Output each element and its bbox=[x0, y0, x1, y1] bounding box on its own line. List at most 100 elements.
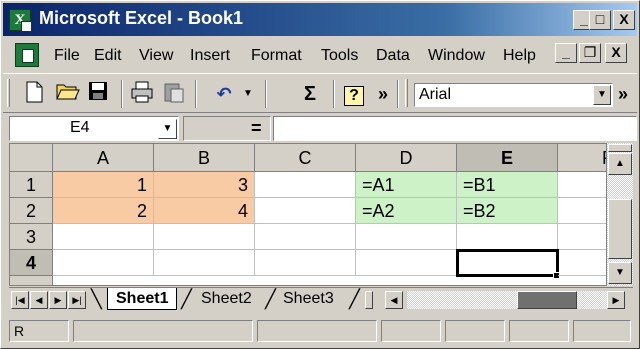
cell-d1[interactable]: =A1 bbox=[356, 172, 457, 198]
tab-divider: ╱ bbox=[181, 289, 192, 309]
autosum-icon[interactable]: Σ bbox=[297, 81, 323, 107]
open-icon[interactable] bbox=[55, 81, 81, 107]
cell-b1[interactable]: 3 bbox=[154, 172, 255, 198]
toolbar-overflow-icon[interactable]: » bbox=[375, 81, 391, 107]
window-title: Microsoft Excel - Book1 bbox=[39, 8, 244, 28]
cell-c3[interactable] bbox=[255, 224, 356, 250]
cell-d2[interactable]: =A2 bbox=[356, 198, 457, 224]
workbook-close-button[interactable]: X bbox=[605, 43, 627, 63]
cell-d3[interactable] bbox=[356, 224, 457, 250]
save-icon[interactable] bbox=[85, 81, 111, 107]
formula-input[interactable] bbox=[273, 116, 637, 141]
select-all-corner[interactable] bbox=[10, 144, 53, 172]
status-panel bbox=[381, 320, 441, 342]
help-glyph: ? bbox=[344, 86, 364, 106]
excel-app-icon[interactable]: X bbox=[9, 9, 32, 32]
menu-file[interactable]: File bbox=[54, 47, 80, 65]
cell-a3[interactable] bbox=[53, 224, 154, 250]
scroll-right-icon[interactable]: ▶ bbox=[607, 291, 625, 309]
menu-format[interactable]: Format bbox=[251, 47, 302, 65]
cell-e1[interactable]: =B1 bbox=[457, 172, 558, 198]
status-panel bbox=[73, 320, 253, 342]
last-sheet-icon[interactable]: ▶| bbox=[68, 291, 86, 309]
maximize-button[interactable]: □ bbox=[589, 10, 611, 30]
row-header[interactable]: 2 bbox=[10, 198, 53, 224]
tab-sheet1[interactable]: Sheet1 bbox=[107, 288, 178, 310]
scroll-down-icon[interactable]: ▼ bbox=[608, 262, 632, 284]
worksheet-grid[interactable]: A B C D E F 1 2 3 4 1 3 =A1 =B1 2 4 =A2 … bbox=[9, 143, 607, 286]
cell-b3[interactable] bbox=[154, 224, 255, 250]
help-icon[interactable]: ? bbox=[341, 81, 367, 107]
tab-split-handle[interactable] bbox=[365, 291, 373, 309]
formatting-toolbar-grip[interactable] bbox=[405, 79, 408, 107]
horizontal-scroll-thumb[interactable] bbox=[517, 291, 577, 309]
formatting-overflow-icon[interactable]: » bbox=[615, 81, 631, 107]
column-header[interactable]: D bbox=[356, 144, 457, 172]
active-cell-e4[interactable] bbox=[456, 249, 559, 277]
cell-c2[interactable] bbox=[255, 198, 356, 224]
column-header[interactable]: C bbox=[255, 144, 356, 172]
workbook-restore-button[interactable]: ❐ bbox=[579, 43, 601, 63]
scroll-left-icon[interactable]: ◀ bbox=[385, 291, 403, 309]
new-icon[interactable] bbox=[21, 81, 47, 107]
menu-edit[interactable]: Edit bbox=[94, 47, 122, 65]
status-panel bbox=[445, 320, 505, 342]
cell-c1[interactable] bbox=[255, 172, 356, 198]
font-name-select[interactable]: Arial ▼ bbox=[414, 83, 613, 107]
column-header[interactable]: B bbox=[154, 144, 255, 172]
name-box-dropdown-icon[interactable]: ▼ bbox=[158, 119, 177, 139]
vertical-scrollbar[interactable]: ▲ ▼ bbox=[607, 143, 633, 286]
horizontal-scrollbar[interactable] bbox=[407, 291, 607, 309]
print-icon[interactable] bbox=[129, 81, 155, 107]
cell-a4[interactable] bbox=[53, 250, 154, 276]
menu-tools[interactable]: Tools bbox=[321, 47, 358, 65]
cell-f2[interactable] bbox=[558, 198, 606, 224]
tab-sheet2[interactable]: Sheet2 bbox=[193, 288, 260, 310]
cell-a2[interactable]: 2 bbox=[53, 198, 154, 224]
vertical-scroll-thumb[interactable] bbox=[608, 199, 632, 259]
horizontal-split-box[interactable] bbox=[608, 144, 632, 152]
menu-window[interactable]: Window bbox=[428, 47, 485, 65]
cell-f3[interactable] bbox=[558, 224, 606, 250]
row-header-active[interactable]: 4 bbox=[10, 250, 53, 276]
column-header[interactable]: F bbox=[558, 144, 606, 172]
cell-b4[interactable] bbox=[154, 250, 255, 276]
column-header[interactable]: A bbox=[53, 144, 154, 172]
next-sheet-icon[interactable]: ▶ bbox=[49, 291, 67, 309]
toolbar-separator bbox=[121, 80, 123, 108]
menu-insert[interactable]: Insert bbox=[190, 47, 230, 65]
status-bar: R bbox=[3, 317, 637, 345]
tab-sheet3[interactable]: Sheet3 bbox=[275, 288, 342, 310]
column-header-active[interactable]: E bbox=[457, 144, 558, 172]
cell-e3[interactable] bbox=[457, 224, 558, 250]
workbook-minimize-button[interactable]: _ bbox=[555, 43, 577, 63]
cell-f4[interactable] bbox=[558, 250, 606, 276]
cell-e2[interactable]: =B2 bbox=[457, 198, 558, 224]
edit-formula-button[interactable]: = bbox=[251, 118, 262, 139]
name-box[interactable]: E4 bbox=[9, 116, 179, 141]
menu-help[interactable]: Help bbox=[503, 47, 536, 65]
menu-view[interactable]: View bbox=[139, 47, 173, 65]
title-bar[interactable]: X Microsoft Excel - Book1 _ □ X bbox=[3, 3, 637, 36]
menu-data[interactable]: Data bbox=[376, 47, 410, 65]
row-header[interactable]: 3 bbox=[10, 224, 53, 250]
cell-d4[interactable] bbox=[356, 250, 457, 276]
cell-a1[interactable]: 1 bbox=[53, 172, 154, 198]
workbook-icon[interactable] bbox=[15, 43, 39, 67]
cell-b2[interactable]: 4 bbox=[154, 198, 255, 224]
row-header[interactable] bbox=[10, 276, 53, 285]
scroll-up-icon[interactable]: ▲ bbox=[608, 153, 632, 175]
standard-toolbar: ↶ ▼ Σ ? » Arial ▼ » bbox=[3, 73, 637, 113]
previous-sheet-icon[interactable]: ◀ bbox=[30, 291, 48, 309]
paste-icon[interactable] bbox=[161, 81, 187, 107]
cell-f1[interactable] bbox=[558, 172, 606, 198]
cell-c4[interactable] bbox=[255, 250, 356, 276]
first-sheet-icon[interactable]: |◀ bbox=[11, 291, 29, 309]
name-box-value: E4 bbox=[70, 119, 90, 136]
undo-dropdown-icon[interactable]: ▼ bbox=[235, 81, 261, 107]
chevron-down-icon[interactable]: ▼ bbox=[593, 85, 611, 105]
close-button[interactable]: X bbox=[613, 10, 635, 30]
row-header[interactable]: 1 bbox=[10, 172, 53, 198]
undo-icon[interactable]: ↶ bbox=[211, 81, 237, 107]
toolbar-grip[interactable] bbox=[7, 79, 10, 107]
